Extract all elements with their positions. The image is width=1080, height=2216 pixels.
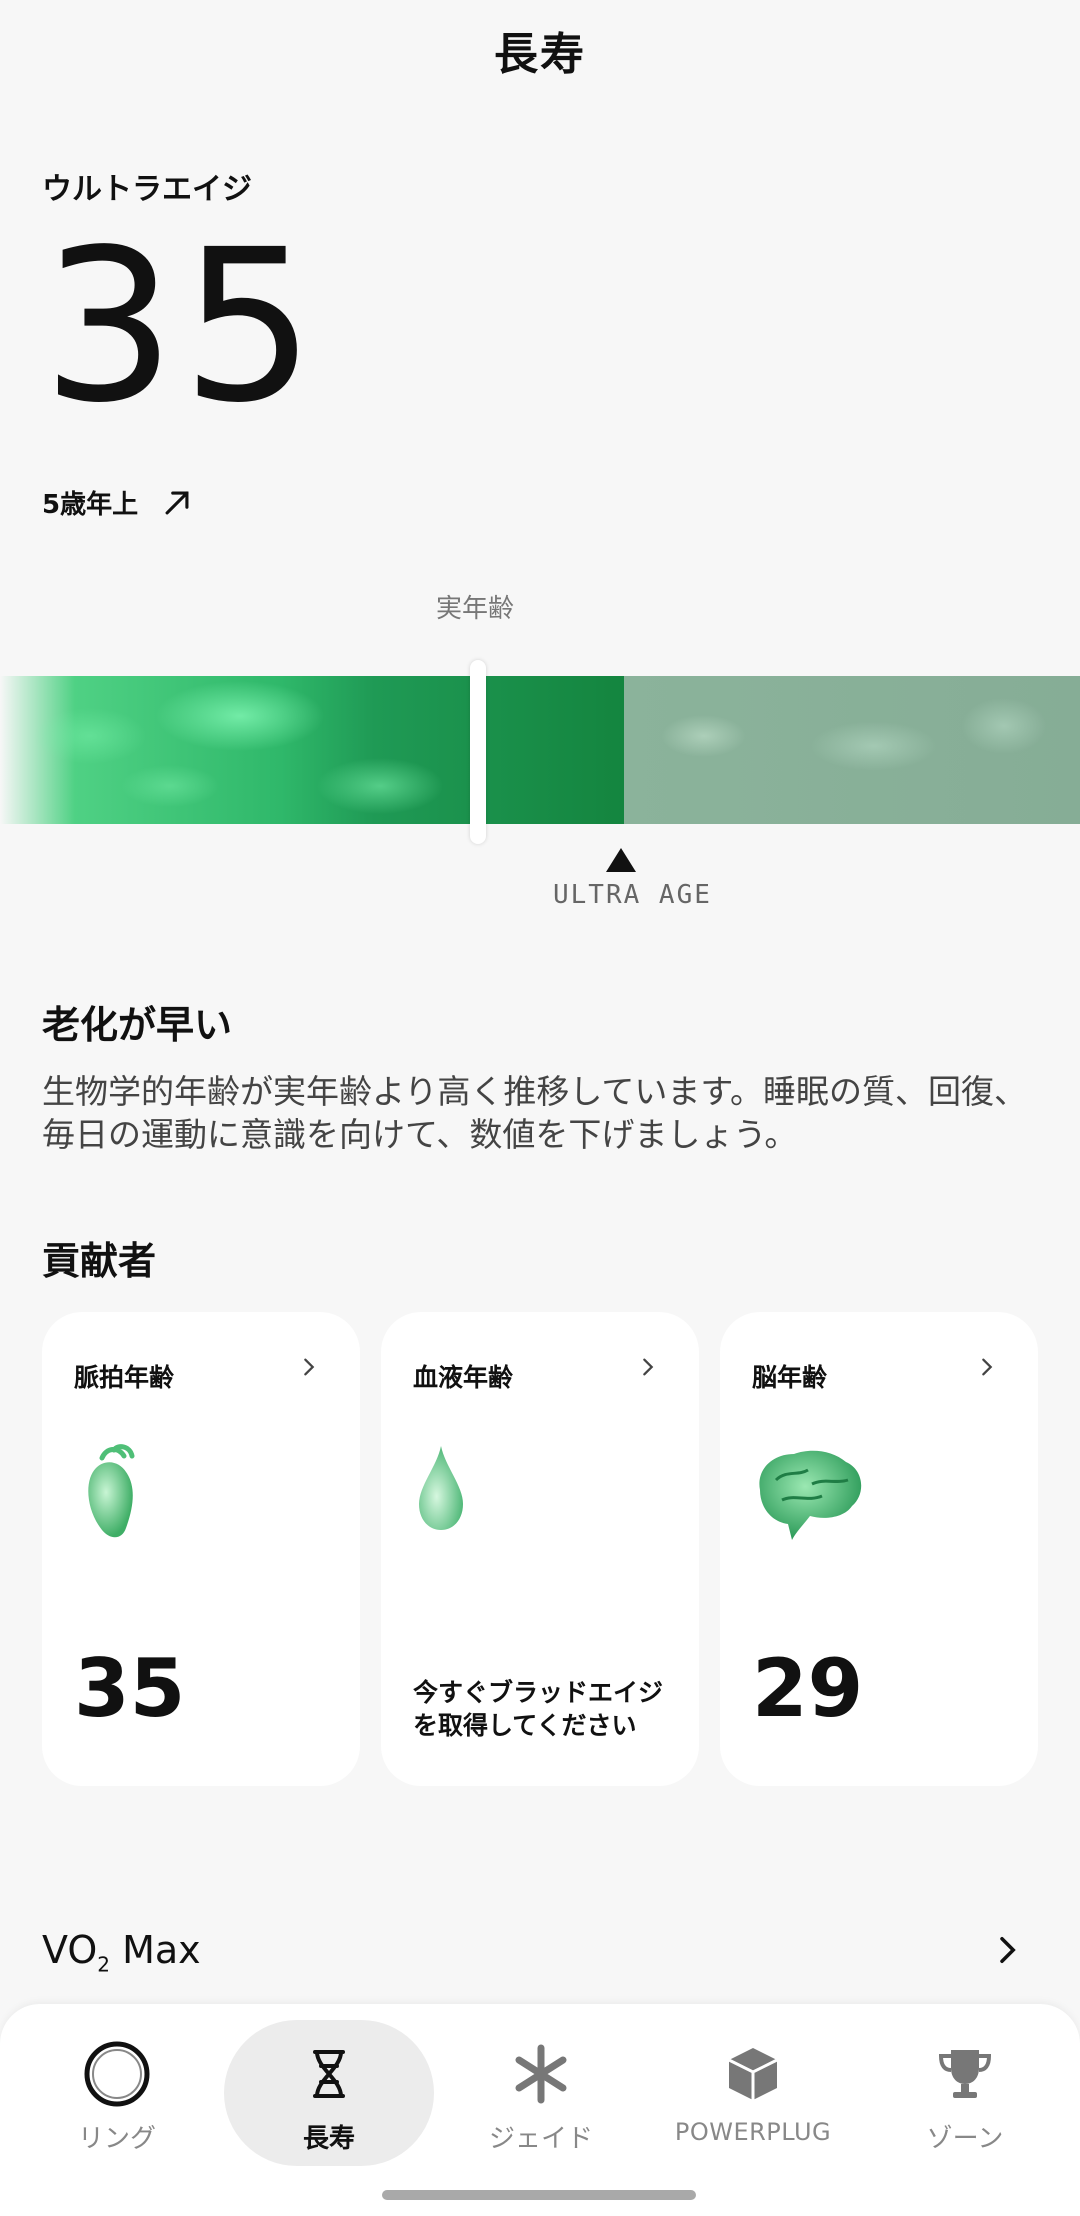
ultra-age-label: ウルトラエイジ: [42, 172, 252, 207]
heart-icon: [88, 1444, 135, 1538]
chevron-right-icon: [304, 1358, 315, 1376]
chronological-age-label: 実年齢: [436, 594, 515, 624]
nav-item-longevity[interactable]: 長寿: [224, 2020, 434, 2166]
arrow-up-right-icon: [165, 491, 189, 514]
age-delta: 5歳年上: [42, 484, 194, 521]
contributors-title: 貢献者: [42, 1239, 157, 1283]
card-title: 脳年齢: [752, 1363, 828, 1392]
vo2max-label-sub: 2: [97, 1952, 110, 1977]
nav-label: 長寿: [302, 2124, 355, 2154]
ring-icon: [84, 2041, 150, 2107]
age-bar-remaining: [624, 676, 1080, 824]
trophy-icon: [938, 2050, 992, 2098]
dna-icon: [313, 2050, 345, 2098]
card-value: 29: [752, 1642, 864, 1735]
nav-label: POWERPLUG: [674, 2118, 832, 2146]
contributor-card-blood-age[interactable]: 血液年齢 今すぐブラッドエイジを取得してください: [381, 1312, 699, 1786]
contributor-card-brain-age[interactable]: 脳年齢 29: [720, 1312, 1038, 1786]
nav-item-zone[interactable]: ゾーン: [860, 2020, 1070, 2166]
card-value: 35: [74, 1642, 186, 1735]
vo2max-label-main: VO: [42, 1928, 98, 1972]
nav-label: ジェイド: [488, 2124, 593, 2154]
vo2max-row-label[interactable]: VO2 Max: [42, 1928, 201, 1977]
nav-item-powerplug[interactable]: POWERPLUG: [648, 2020, 858, 2166]
ultra-age-marker-icon: [606, 848, 636, 872]
blood-drop-icon: [419, 1446, 463, 1530]
cube-icon: [728, 2048, 778, 2100]
nav-label: リング: [77, 2124, 156, 2154]
card-title: 脈拍年齢: [74, 1363, 175, 1392]
asterisk-icon: [515, 2044, 567, 2104]
brain-icon: [759, 1450, 862, 1540]
ultra-age-value: 35: [42, 204, 322, 449]
bottom-navigation: リング 長寿 ジェイド POWERPLUG ゾーン: [0, 2004, 1080, 2216]
age-bar-fill: [0, 676, 624, 824]
nav-item-jade[interactable]: ジェイド: [436, 2020, 646, 2166]
nav-label: ゾーン: [926, 2124, 1004, 2154]
card-note: 今すぐブラッドエイジを取得してください: [413, 1678, 664, 1740]
chevron-right-icon[interactable]: [992, 1934, 1022, 1966]
chevron-right-icon: [643, 1358, 654, 1376]
status-title: 老化が早い: [42, 1003, 233, 1047]
page-title: 長寿: [494, 29, 586, 80]
age-delta-text: 5歳年上: [42, 490, 139, 520]
card-title: 血液年齢: [413, 1363, 514, 1392]
home-indicator[interactable]: [382, 2190, 696, 2200]
age-bar: [0, 660, 1080, 844]
nav-item-ring[interactable]: リング: [12, 2020, 222, 2166]
chevron-right-icon: [982, 1358, 993, 1376]
ultra-age-marker-label: ULTRA AGE: [553, 880, 712, 910]
contributor-card-pulse-age[interactable]: 脈拍年齢 35: [42, 1312, 360, 1786]
status-description: 生物学的年齢が実年齢より高く推移しています。睡眠の質、回復、毎日の運動に意識を向…: [42, 1072, 1028, 1154]
vo2max-label-tail: Max: [109, 1928, 201, 1972]
chronological-age-marker: [470, 660, 486, 844]
